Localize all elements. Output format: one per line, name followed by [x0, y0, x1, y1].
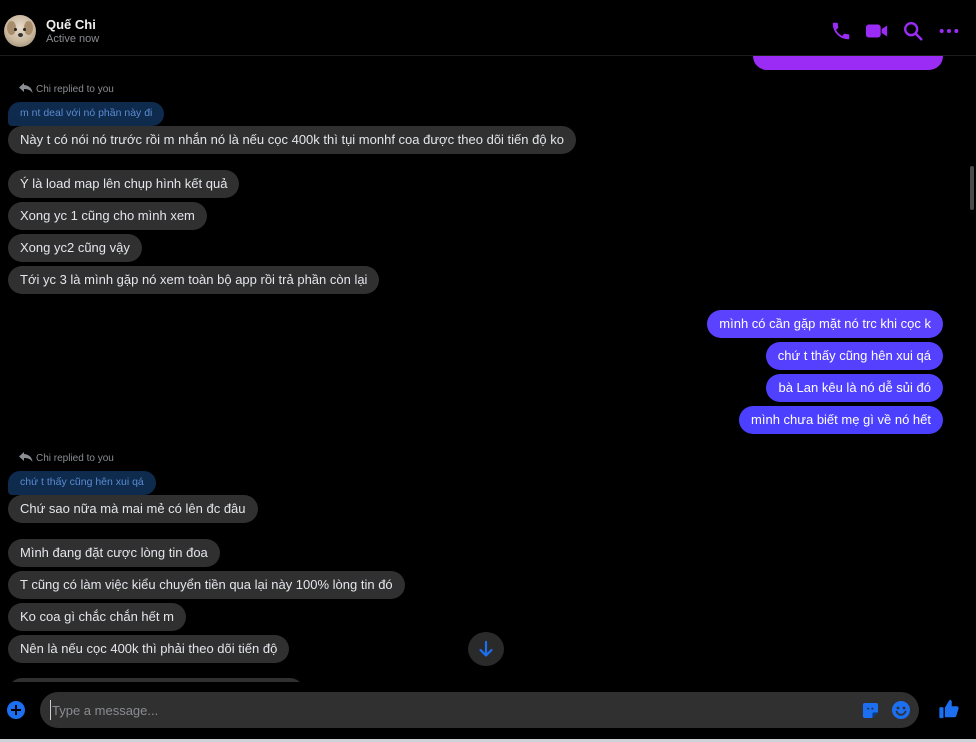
reply-indicator: Chi replied to you — [18, 451, 114, 464]
message-input-container[interactable] — [40, 692, 919, 728]
conversation-header: Quế Chi Active now — [0, 0, 976, 56]
message-input[interactable] — [50, 700, 830, 720]
search-icon[interactable] — [902, 20, 926, 44]
incoming-message[interactable]: Ko coa gì chắc chắn hết m — [8, 603, 186, 631]
quoted-message[interactable]: chứ t thấy cũng hên xui qá — [8, 471, 156, 495]
avatar-nose — [18, 33, 23, 37]
outgoing-message-partial[interactable] — [753, 56, 943, 70]
reply-arrow-icon — [19, 83, 33, 93]
incoming-message[interactable]: Ý là load map lên chụp hình kết quả — [8, 170, 240, 198]
incoming-message[interactable]: Xong yc 1 cũng cho mình xem — [8, 202, 207, 230]
add-icon[interactable] — [7, 701, 25, 719]
incoming-message[interactable]: T cũng có làm việc kiểu chuyển tiền qua … — [8, 571, 405, 599]
incoming-message[interactable]: Xong yc2 cũng vậy — [8, 234, 142, 262]
more-options-icon[interactable] — [938, 20, 962, 44]
message-composer — [0, 682, 976, 742]
phone-icon[interactable] — [830, 20, 854, 44]
incoming-message[interactable]: Này t có nói nó trước rồi m nhắn nó là n… — [8, 126, 576, 154]
reply-arrow-icon — [19, 452, 33, 462]
contact-name[interactable]: Quế Chi — [46, 17, 96, 32]
quoted-message[interactable]: m nt deal với nó phần này đi — [8, 102, 165, 126]
avatar-eye-left — [14, 28, 17, 31]
sticker-icon[interactable] — [862, 702, 879, 719]
reply-label-text: Chi replied to you — [36, 84, 114, 95]
incoming-message[interactable]: Nên là nếu cọc 400k thì phải theo dõi ti… — [8, 635, 290, 663]
arrow-down-icon — [479, 640, 493, 657]
incoming-message[interactable]: Tới yc 3 là mình gặp nó xem toàn bộ app … — [8, 266, 380, 294]
incoming-message[interactable]: Mình đang đặt cược lòng tin đoa — [8, 539, 220, 567]
message-list[interactable]: Chi replied to you m nt deal với nó phần… — [0, 56, 976, 682]
video-camera-icon[interactable] — [865, 20, 889, 44]
reply-label-text: Chi replied to you — [36, 453, 114, 464]
outgoing-message[interactable]: chứ t thấy cũng hên xui qá — [765, 342, 943, 370]
scroll-to-bottom-button[interactable] — [468, 632, 504, 666]
outgoing-message[interactable]: bà Lan kêu là nó dễ sủi đó — [766, 374, 943, 402]
reply-indicator: Chi replied to you — [18, 82, 114, 95]
thumbs-up-icon[interactable] — [938, 698, 960, 720]
scrollbar-thumb[interactable] — [970, 166, 974, 210]
outgoing-message[interactable]: mình có cần gặp mặt nó trc khi cọc k — [707, 310, 943, 338]
avatar-eye-right — [23, 28, 26, 31]
outgoing-message[interactable]: mình chưa biết mẹ gì về nó hết — [739, 406, 943, 434]
avatar[interactable] — [4, 15, 36, 47]
emoji-icon[interactable] — [891, 700, 911, 720]
incoming-message[interactable]: Chứ sao nữa mà mai mẻ có lên đc đâu — [8, 495, 258, 523]
contact-status: Active now — [46, 33, 100, 45]
